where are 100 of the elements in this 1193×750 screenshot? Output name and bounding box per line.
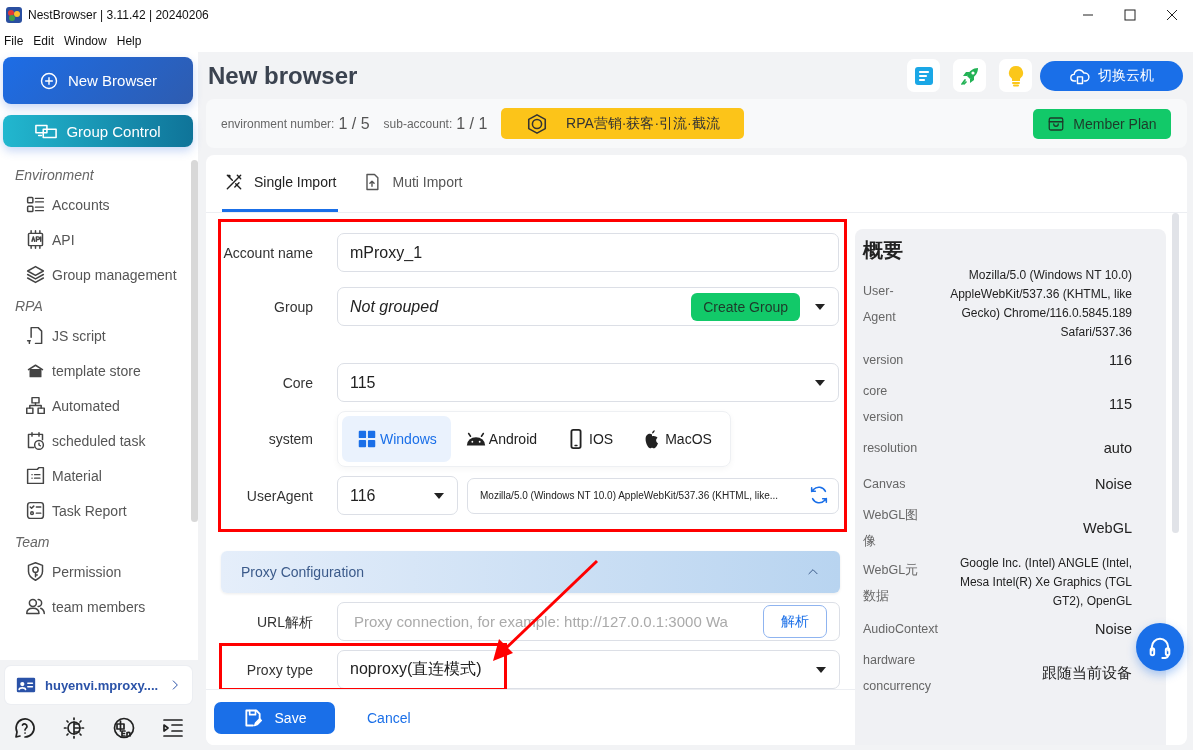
nav-item[interactable]: JS script (15, 318, 106, 353)
account-name: huyenvi.mproxy.... (45, 677, 159, 693)
menu-item[interactable]: File (4, 34, 24, 48)
chip-icon (25, 229, 46, 250)
nav-item[interactable]: template store (15, 353, 141, 388)
help-icon (12, 716, 37, 740)
nav-item[interactable]: Permission (15, 554, 122, 589)
people-icon (25, 596, 46, 617)
cancel-link[interactable]: Cancel (355, 709, 423, 726)
save-button[interactable]: Save (214, 701, 335, 734)
menu-item[interactable]: Help (116, 34, 142, 48)
system-option[interactable]: Windows (342, 416, 451, 462)
summary-title: 概要 (863, 238, 904, 263)
summary-label: Canvas (863, 476, 907, 493)
summary-label: AudioContext (863, 621, 939, 638)
summary-value: 跟随当前设备 (1041, 663, 1132, 683)
proxy-type-select[interactable]: noproxy(直连模式) (337, 650, 840, 689)
nav-item[interactable]: Automated (15, 388, 120, 423)
checklist-icon (25, 500, 46, 521)
account-card[interactable]: huyenvi.mproxy.... (5, 666, 192, 704)
shield-icon (25, 561, 46, 582)
collapse-icon (161, 716, 186, 740)
app-logo-icon (6, 7, 22, 23)
dropdown-caret-icon (814, 378, 826, 387)
system-option[interactable]: Android (450, 416, 552, 462)
sub-account-label: sub-account: (383, 116, 453, 131)
account-name-field[interactable]: mProxy_1 (337, 233, 839, 272)
layers-icon (25, 264, 46, 285)
scrollbar[interactable] (1172, 213, 1179, 533)
summary-value: Noise (1093, 474, 1132, 494)
switch-cloud-button[interactable]: 切换云机 (1040, 60, 1183, 91)
summary-value: 115 (1107, 394, 1132, 414)
scrollbar[interactable] (191, 160, 198, 522)
field-label: Core (281, 373, 314, 393)
environment-count: 1 / 5 (338, 114, 370, 133)
document-icon (25, 465, 46, 486)
field-label: system (267, 430, 314, 449)
list-icon (25, 194, 46, 215)
user-agent-field[interactable]: Mozilla/5.0 (Windows NT 10.0) AppleWebKit/537.36 (KHTML, like... (467, 477, 839, 514)
dropdown-caret-icon (814, 302, 826, 311)
field-label: URL解析 (256, 612, 314, 632)
dropdown-caret-icon (815, 665, 827, 674)
summary-label: WebGL图像 (863, 507, 920, 550)
toolbar-button[interactable] (953, 59, 986, 92)
proxy-configuration-header[interactable]: Proxy Configuration (221, 551, 840, 593)
section-heading: RPA (15, 298, 44, 316)
summary-label: hardware concurrency (863, 652, 932, 695)
windows-icon (356, 428, 378, 450)
rpa-button[interactable]: RPA营销·获客·引流·截流 (501, 108, 745, 139)
field-label: Proxy type (245, 660, 314, 680)
new-browser-button[interactable]: New Browser (3, 57, 193, 104)
nav-item[interactable]: Material (15, 458, 102, 493)
tools-icon (224, 172, 244, 192)
system-option[interactable]: IOS (551, 416, 628, 462)
environment-label: environment number: (221, 116, 335, 131)
nav-item[interactable]: scheduled task (15, 423, 146, 458)
nav-item[interactable]: team members (15, 589, 146, 624)
summary-label: User-Agent (863, 283, 897, 326)
section-heading: Team (15, 534, 51, 552)
system-option[interactable]: MacOS (627, 416, 726, 462)
version-select[interactable]: 116 (337, 476, 458, 515)
save-icon (242, 707, 263, 728)
maximize-icon[interactable] (1124, 9, 1136, 21)
close-icon[interactable] (1166, 9, 1178, 21)
summary-label: version (863, 352, 905, 369)
bag-icon (1047, 114, 1066, 133)
plus-circle-icon (38, 70, 59, 91)
tab[interactable]: Muti Import (360, 155, 465, 212)
sub-account-count: 1 / 1 (456, 114, 488, 133)
summary-value: Google Inc. (Intel) ANGLE (Intel, Mesa Intel(R) Xe Graphics (TGL GT2), OpenGL (958, 555, 1132, 610)
field-label: UserAgent (245, 486, 314, 506)
calendar-icon (25, 430, 46, 451)
group-select[interactable]: Not grouped Create Group (337, 287, 839, 326)
nav-item[interactable]: Task Report (15, 493, 127, 528)
summary-value: 116 (1107, 350, 1132, 370)
toolbar-button[interactable] (999, 59, 1032, 92)
section-heading: Environment (15, 167, 95, 185)
nav-item[interactable]: API (15, 222, 75, 257)
language-icon (111, 716, 136, 740)
window-title: NestBrowser | 3.11.42 | 20240206 (28, 8, 209, 22)
member-plan-button[interactable]: Member Plan (1033, 108, 1171, 139)
parse-button[interactable]: 解析 (763, 605, 827, 638)
theme-icon (62, 716, 87, 740)
toolbar-button[interactable] (907, 59, 940, 92)
tab[interactable]: Single Import (222, 155, 339, 212)
summary-value: Mozilla/5.0 (Windows NT 10.0) AppleWebKit/537.36 (KHTML, like Gecko) Chrome/116.0.5845.189 Safari/537.36 (949, 267, 1132, 341)
refresh-icon (808, 483, 830, 506)
summary-value: Noise (1093, 619, 1132, 639)
menu-item[interactable]: Edit (33, 34, 55, 48)
dropdown-caret-icon (433, 491, 445, 500)
group-control-button[interactable]: Group Control (3, 115, 193, 147)
summary-label: WebGL元数据 (863, 561, 920, 605)
field-label: Account name (222, 243, 314, 263)
core-select[interactable]: 115 (337, 363, 839, 402)
menu-item[interactable]: Window (64, 34, 107, 48)
hierarchy-icon (25, 395, 46, 416)
create-group-button[interactable]: Create Group (691, 292, 800, 321)
nav-item[interactable]: Accounts (15, 187, 110, 222)
nav-item[interactable]: Group management (15, 257, 177, 292)
page-title: New browser (208, 61, 358, 90)
